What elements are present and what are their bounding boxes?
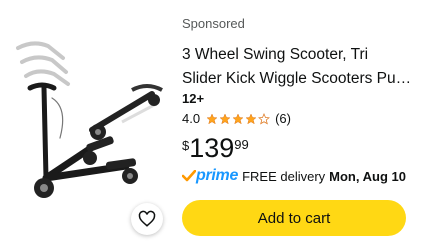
delivery-info: prime FREE delivery Mon, Aug 10 (182, 167, 406, 185)
add-to-cart-button[interactable]: Add to cart (182, 200, 406, 236)
scooter-image (16, 41, 163, 198)
price: $ 139 99 (182, 133, 249, 163)
review-count: (6) (275, 111, 291, 126)
price-symbol: $ (182, 138, 190, 153)
rating-row[interactable]: 4.0 (6) (182, 111, 291, 126)
product-title-line: Slider Kick Wiggle Scooters Pu… (182, 70, 412, 87)
star-full-icon (206, 112, 218, 124)
product-title[interactable]: 3 Wheel Swing Scooter, Tri Slider Kick W… (182, 43, 412, 91)
price-fraction: 99 (234, 137, 249, 152)
star-empty-icon (258, 112, 271, 125)
product-title-line: 3 Wheel Swing Scooter, Tri (182, 46, 369, 63)
product-image[interactable] (8, 28, 168, 218)
star-full-icon (232, 112, 244, 124)
favorite-button[interactable] (131, 203, 163, 235)
product-card[interactable]: Sponsored 3 Wheel Swing Scooter, Tri Sli… (0, 0, 420, 248)
prime-badge: prime (182, 167, 238, 185)
age-badge: 12+ (182, 91, 205, 106)
rating-value: 4.0 (182, 111, 201, 126)
star-full-icon (219, 112, 231, 124)
delivery-free-text: FREE delivery (242, 168, 326, 184)
price-whole: 139 (189, 133, 235, 163)
sponsored-label: Sponsored (182, 16, 245, 31)
prime-check-icon (182, 170, 196, 182)
star-full-icon (245, 112, 257, 124)
prime-label: prime (196, 167, 239, 184)
delivery-date: Mon, Aug 10 (329, 168, 406, 184)
star-rating (206, 112, 271, 125)
heart-outline-icon (138, 210, 156, 227)
